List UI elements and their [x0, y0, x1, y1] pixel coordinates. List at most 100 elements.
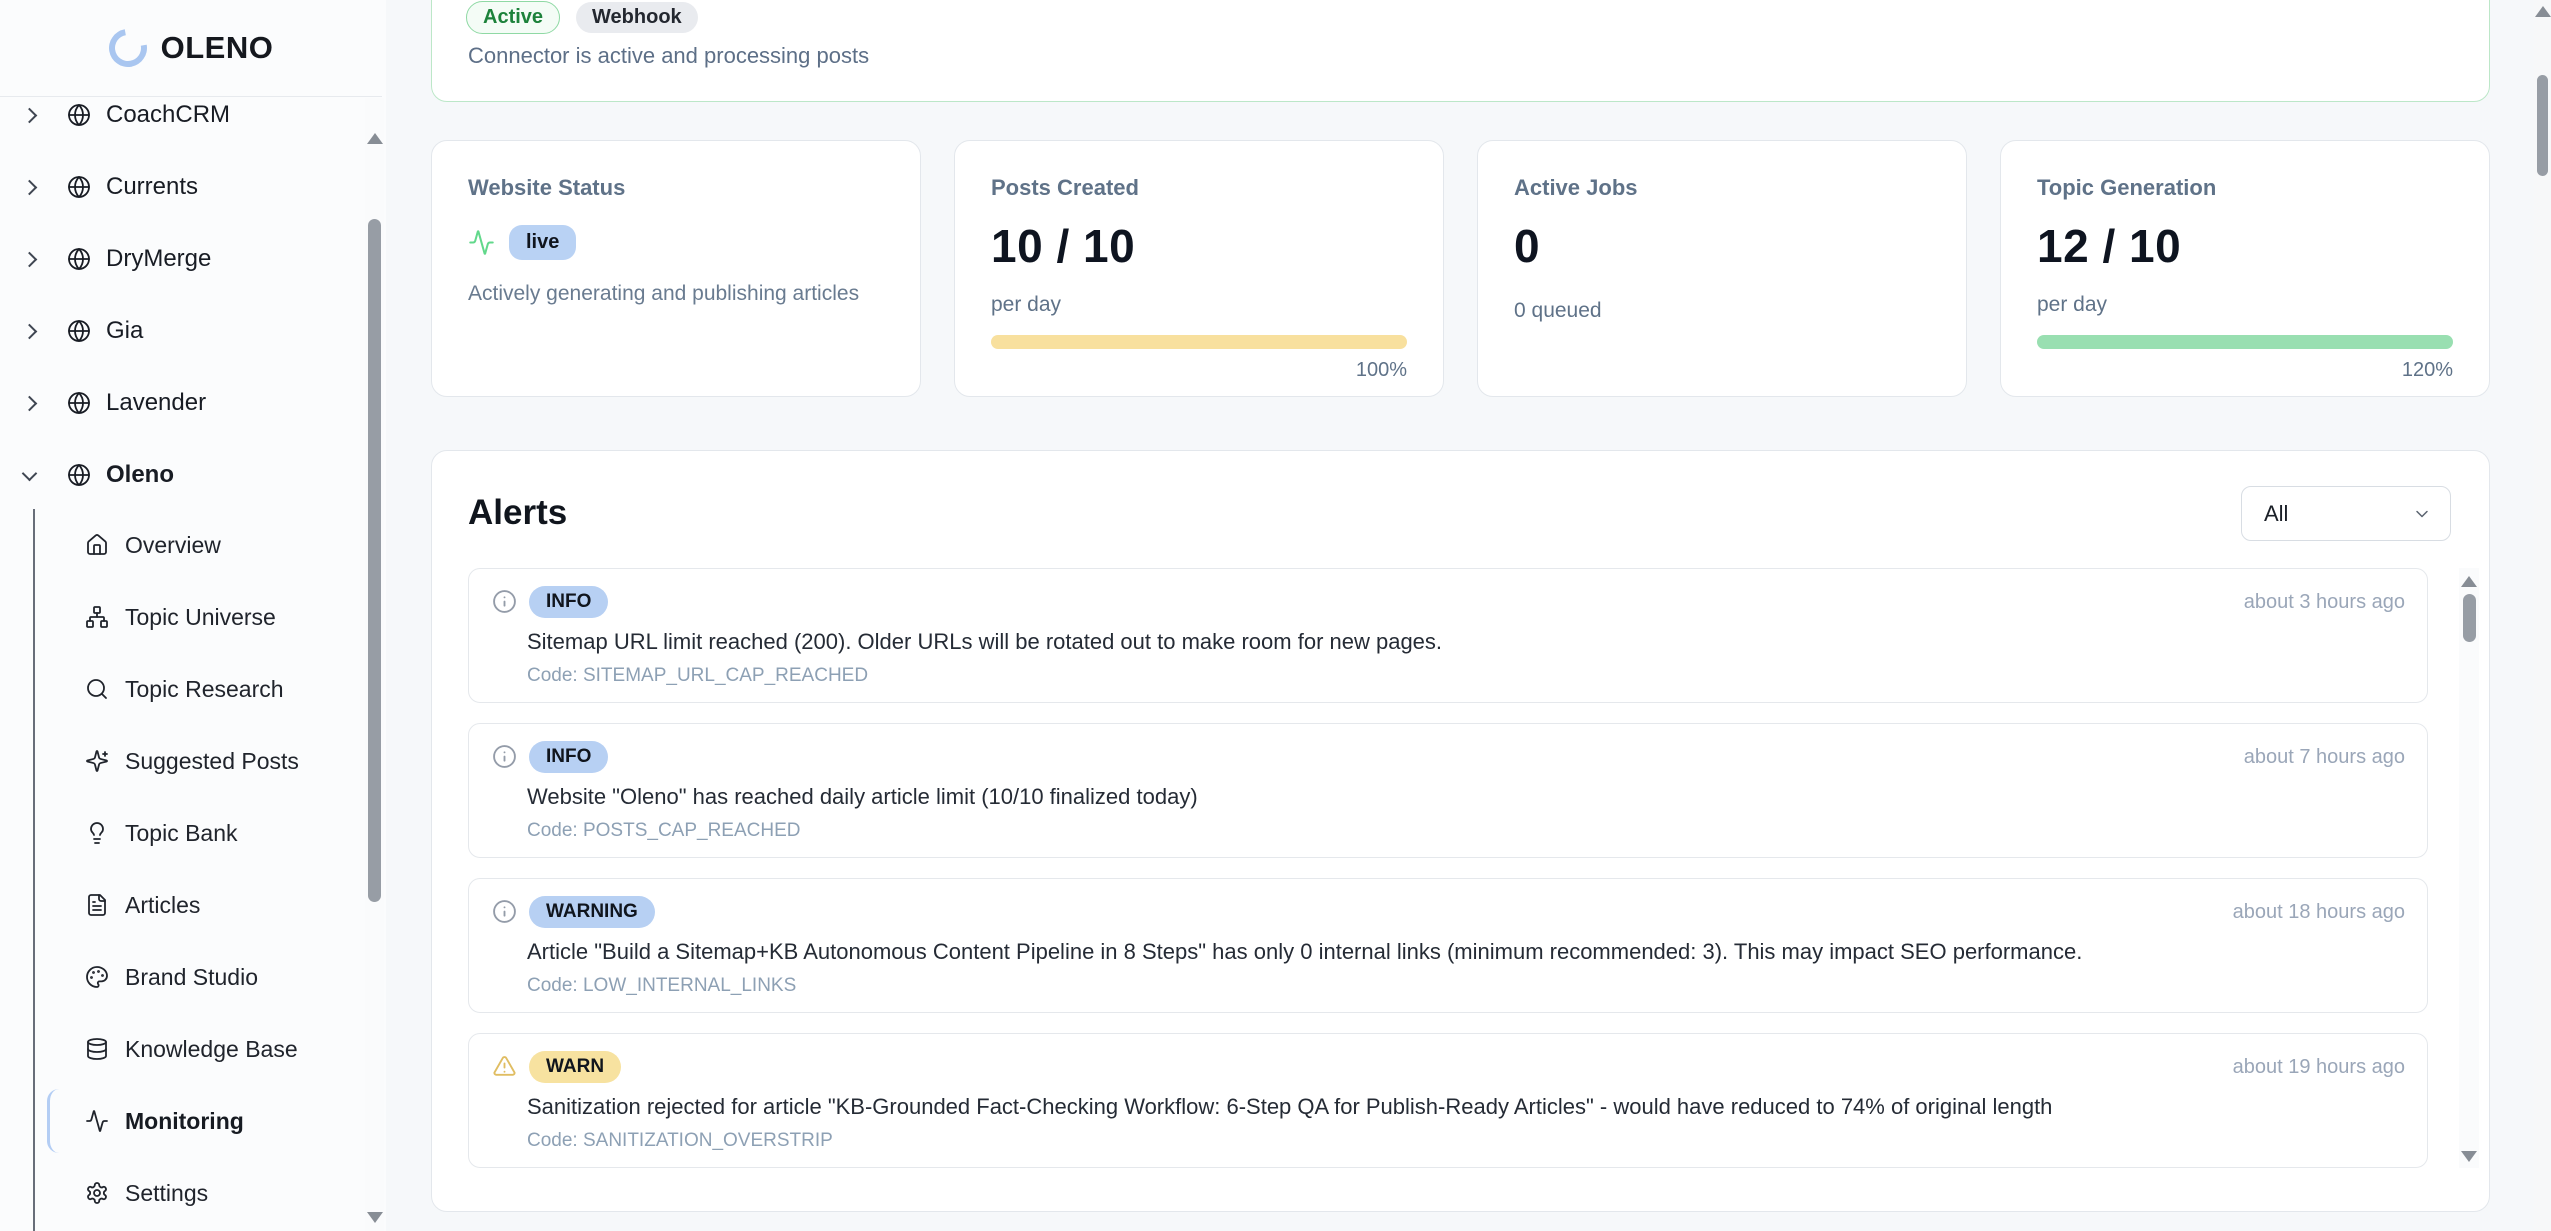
website-nav-list: CoachCRM Currents DryMerge — [0, 79, 366, 511]
alert-message: Article "Build a Sitemap+KB Autonomous C… — [527, 939, 2082, 965]
scroll-down-arrow[interactable] — [367, 1212, 383, 1223]
alert-level-badge: INFO — [529, 741, 608, 773]
alert-code: Code: LOW_INTERNAL_LINKS — [527, 975, 796, 997]
queued-count: 0 queued — [1514, 299, 1930, 323]
live-badge: live — [509, 225, 576, 260]
alert-message: Sitemap URL limit reached (200). Older U… — [527, 629, 1442, 655]
subnav-icon — [85, 965, 109, 989]
sidebar-website-label: CoachCRM — [106, 101, 230, 129]
scrollbar-thumb[interactable] — [368, 219, 381, 902]
scroll-up-arrow[interactable] — [2535, 6, 2551, 17]
card-title: Topic Generation — [2037, 175, 2453, 201]
alert-timestamp: about 7 hours ago — [2244, 746, 2405, 769]
sidebar-subnav-label: Brand Studio — [125, 964, 258, 991]
alerts-filter-value: All — [2264, 501, 2288, 527]
alert-message: Website "Oleno" has reached daily articl… — [527, 784, 1198, 810]
connector-description: Connector is active and processing posts — [468, 43, 869, 69]
sidebar-scrollbar — [365, 98, 384, 1231]
alerts-filter-dropdown[interactable]: All — [2241, 486, 2451, 541]
alert-code: Code: POSTS_CAP_REACHED — [527, 820, 801, 842]
alert-level-badge: INFO — [529, 586, 608, 618]
card-description: Actively generating and publishing artic… — [468, 282, 884, 306]
sidebar-subnav-item[interactable]: Suggested Posts — [0, 725, 366, 797]
alert-item: WARN about 19 hours ago Sanitization rej… — [468, 1033, 2428, 1168]
globe-icon — [67, 319, 91, 343]
scrollbar-thumb[interactable] — [2537, 75, 2548, 176]
app-window: OLENO CoachCRM Currents — [0, 0, 2551, 1231]
subnav-icon — [85, 1037, 109, 1061]
sidebar-website-item[interactable]: Currents — [0, 151, 366, 223]
sidebar-subnav-item[interactable]: Topic Universe — [0, 581, 366, 653]
sidebar-website-item[interactable]: DryMerge — [0, 223, 366, 295]
chevron-icon — [22, 395, 38, 411]
sidebar-website-item[interactable]: Gia — [0, 295, 366, 367]
sidebar-website-item[interactable]: Oleno — [0, 439, 366, 511]
globe-icon — [67, 391, 91, 415]
chevron-icon — [22, 179, 38, 195]
main-content: Active Webhook Connector is active and p… — [386, 0, 2551, 1231]
alerts-title: Alerts — [468, 493, 567, 533]
globe-icon — [67, 103, 91, 127]
brand-logo-icon — [101, 22, 154, 75]
sidebar-subnav-item[interactable]: Brand Studio — [0, 941, 366, 1013]
progress-bar — [2037, 335, 2453, 349]
alert-code: Code: SANITIZATION_OVERSTRIP — [527, 1130, 833, 1152]
subnav-icon — [85, 749, 109, 773]
scroll-up-arrow[interactable] — [367, 133, 383, 144]
globe-icon — [67, 175, 91, 199]
alert-item: INFO about 3 hours ago Sitemap URL limit… — [468, 568, 2428, 703]
card-unit: per day — [991, 293, 1407, 317]
globe-icon — [67, 247, 91, 271]
active-item-indicator — [47, 1089, 59, 1153]
sidebar-subnav-label: Suggested Posts — [125, 748, 299, 775]
scroll-down-arrow[interactable] — [2461, 1151, 2477, 1162]
sidebar-website-item[interactable]: CoachCRM — [0, 79, 366, 151]
alert-timestamp: about 18 hours ago — [2233, 901, 2405, 924]
posts-created-card: Posts Created 10 / 10 per day 100% — [954, 140, 1444, 397]
subnav-icon — [85, 533, 109, 557]
subnav-icon — [85, 1181, 109, 1205]
topic-generation-card: Topic Generation 12 / 10 per day 120% — [2000, 140, 2490, 397]
alert-item: WARNING about 18 hours ago Article "Buil… — [468, 878, 2428, 1013]
card-unit: per day — [2037, 293, 2453, 317]
sidebar-subnav-label: Topic Bank — [125, 820, 238, 847]
active-jobs-value: 0 — [1514, 219, 1930, 273]
active-jobs-card: Active Jobs 0 0 queued — [1477, 140, 1967, 397]
sidebar-subnav-item[interactable]: Topic Bank — [0, 797, 366, 869]
sidebar-website-item[interactable]: Lavender — [0, 367, 366, 439]
chevron-icon — [22, 251, 38, 267]
chevron-icon — [22, 323, 38, 339]
topic-generation-value: 12 / 10 — [2037, 219, 2453, 273]
sidebar-subnav-item[interactable]: Monitoring — [0, 1085, 366, 1157]
alert-item: INFO about 7 hours ago Website "Oleno" h… — [468, 723, 2428, 858]
alert-level-icon — [492, 899, 517, 924]
sidebar-subnav-item[interactable]: Settings — [0, 1157, 366, 1229]
sidebar-subnav-item[interactable]: Articles — [0, 869, 366, 941]
chevron-down-icon — [2412, 504, 2432, 524]
alert-level-icon — [492, 1054, 517, 1079]
scroll-up-arrow[interactable] — [2461, 576, 2477, 587]
card-title: Active Jobs — [1514, 175, 1930, 201]
sidebar-website-label: Gia — [106, 317, 143, 345]
website-status-card: Website Status live Actively generating … — [431, 140, 921, 397]
globe-icon — [67, 463, 91, 487]
scrollbar-thumb[interactable] — [2463, 594, 2476, 642]
alert-code: Code: SITEMAP_URL_CAP_REACHED — [527, 665, 868, 687]
posts-created-value: 10 / 10 — [991, 219, 1407, 273]
alert-level-icon — [492, 744, 517, 769]
card-title: Posts Created — [991, 175, 1407, 201]
subnav-icon — [85, 893, 109, 917]
connector-status-card: Active Webhook Connector is active and p… — [431, 0, 2490, 102]
subnav-icon — [85, 677, 109, 701]
alerts-scrollbar — [2459, 568, 2479, 1168]
sidebar-subnav-item[interactable]: Topic Research — [0, 653, 366, 725]
sidebar-subnav-item[interactable]: Overview — [0, 509, 366, 581]
alert-level-badge: WARN — [529, 1051, 621, 1083]
alert-message: Sanitization rejected for article "KB-Gr… — [527, 1094, 2052, 1120]
sidebar-website-label: DryMerge — [106, 245, 211, 273]
sidebar-subnav-label: Monitoring — [125, 1108, 244, 1135]
connector-type-badge: Webhook — [576, 2, 698, 33]
sidebar-subnav-item[interactable]: Knowledge Base — [0, 1013, 366, 1085]
sidebar-website-label: Lavender — [106, 389, 206, 417]
chevron-icon — [22, 465, 38, 481]
